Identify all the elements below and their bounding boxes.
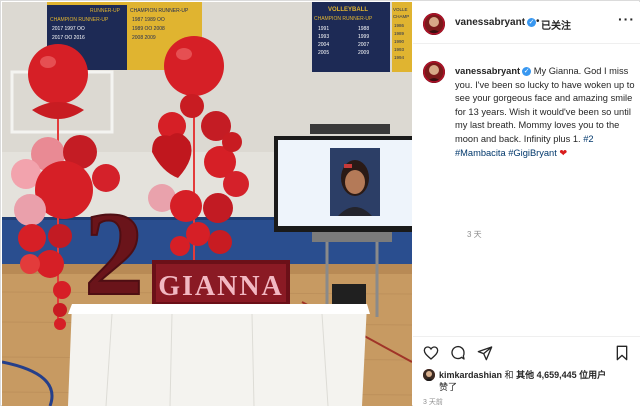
others-label[interactable]: 其他 (516, 370, 534, 380)
caption-avatar-icon (423, 61, 445, 83)
caption-timestamp: 3 天 (467, 230, 482, 239)
caption-text: vanessabryant ✓ My Gianna. God I miss you… (455, 65, 637, 160)
header-separator-dot: • (536, 16, 540, 27)
header-username[interactable]: vanessabryant ✓ (455, 17, 537, 28)
caption-avatar[interactable] (423, 61, 445, 83)
post-timestamp[interactable]: 3 天前 (423, 397, 443, 406)
liker-avatar-icon (423, 369, 435, 381)
likes-join-word: 和 (504, 370, 514, 380)
rose-number-two: 2 (84, 187, 144, 320)
banner-left-line-3: 2017 1997 OO (52, 26, 85, 32)
banner-volleyball-y4: 2005 (318, 50, 329, 56)
header-avatar[interactable] (423, 13, 445, 35)
banner-volleyball-y7: 2007 (358, 42, 369, 48)
banner-far-right: VOLLE CHAMP 1986 1989 1990 1993 1994 (392, 2, 412, 72)
heart-icon (423, 346, 439, 360)
more-options-icon[interactable]: ··· (618, 11, 635, 27)
following-button[interactable]: 已关注 (541, 17, 571, 32)
banner-left-line-1: RUNNER-UP (90, 8, 121, 14)
banner-mid-line-4: 2008 2009 (132, 35, 156, 41)
rose-name-gianna: GIANNA (158, 271, 284, 302)
banner-volleyball-title: VOLLEYBALL (328, 7, 368, 13)
instagram-post-window: RUNNER-UP CHAMPION RUNNER-UP 2017 1997 O… (0, 0, 640, 406)
caption-username-text[interactable]: vanessabryant (455, 66, 520, 76)
post-side-panel: vanessabryant ✓ • 已关注 ··· vanessabryant ✓ … (413, 2, 640, 406)
banner-volleyball-y2: 1993 (318, 34, 329, 40)
banner-far-4: 1989 (394, 31, 405, 36)
banner-volleyball-y1: 1991 (318, 26, 329, 32)
banner-left-line-4: 2017 OO 2016 (52, 35, 85, 41)
share-icon (477, 346, 493, 361)
banner-mid-line-3: 1989 OO 2008 (132, 26, 165, 32)
hashtag-gigibryant[interactable]: #GigiBryant (508, 148, 557, 158)
banner-volleyball-y6: 1999 (358, 34, 369, 40)
comment-icon (451, 345, 465, 360)
users-label[interactable]: 位用户 (579, 370, 606, 380)
share-button[interactable] (477, 345, 493, 361)
banner-far-5: 1990 (394, 39, 405, 44)
caption-username[interactable]: vanessabryant ✓ (455, 66, 532, 77)
banner-volleyball-y8: 2009 (358, 50, 369, 56)
red-heart-emoji-icon: ❤ (559, 147, 568, 158)
post-header: vanessabryant ✓ • 已关注 ··· (413, 2, 640, 44)
header-username-text[interactable]: vanessabryant (455, 17, 525, 28)
banner-volleyball-y5: 1988 (358, 26, 369, 32)
banner-far-7: 1994 (394, 55, 405, 60)
banner-far-3: 1986 (394, 23, 405, 28)
banner-volleyball: VOLLEYBALL CHAMPION RUNNER-UP 1991 1993 … (312, 2, 390, 72)
caption-body: My Gianna. God I miss you. I've been so … (455, 66, 635, 144)
banner-mid-line-1: CHAMPION RUNNER-UP (130, 8, 189, 14)
banner-far-6: 1993 (394, 47, 405, 52)
banner-volleyball-y3: 2004 (318, 42, 329, 48)
banner-mid-line-2: 1987 1989 OO (132, 17, 165, 23)
profile-avatar-icon (423, 13, 445, 35)
verified-badge-icon: ✓ (527, 17, 537, 27)
banner-far-1: VOLLE (393, 7, 408, 12)
banner-far-2: CHAMP (393, 14, 409, 19)
bookmark-icon (616, 345, 628, 361)
like-button[interactable] (423, 345, 439, 361)
hashtag-mambacita[interactable]: #Mambacita (455, 148, 506, 158)
post-photo[interactable]: RUNNER-UP CHAMPION RUNNER-UP 2017 1997 O… (2, 2, 412, 406)
post-actions: kimkardashian 和 其他 4,659,445 位用户 赞了 3 天前 (413, 336, 640, 406)
comment-button[interactable] (450, 345, 466, 361)
banner-volleyball-sub: CHAMPION RUNNER-UP (314, 16, 373, 22)
caption-verified-badge-icon: ✓ (522, 67, 532, 77)
liked-label: 赞了 (439, 382, 458, 392)
liker-username[interactable]: kimkardashian (439, 370, 502, 380)
memorial-photo-scene: RUNNER-UP CHAMPION RUNNER-UP 2017 1997 O… (2, 2, 412, 406)
liker-avatar[interactable] (423, 369, 435, 381)
banner-left-line-2: CHAMPION RUNNER-UP (50, 17, 109, 23)
likes-count[interactable]: 4,659,445 (537, 370, 577, 380)
save-button[interactable] (614, 345, 630, 361)
likes-text: kimkardashian 和 其他 4,659,445 位用户 赞了 (439, 369, 639, 393)
hashtag-2[interactable]: #2 (583, 134, 593, 144)
